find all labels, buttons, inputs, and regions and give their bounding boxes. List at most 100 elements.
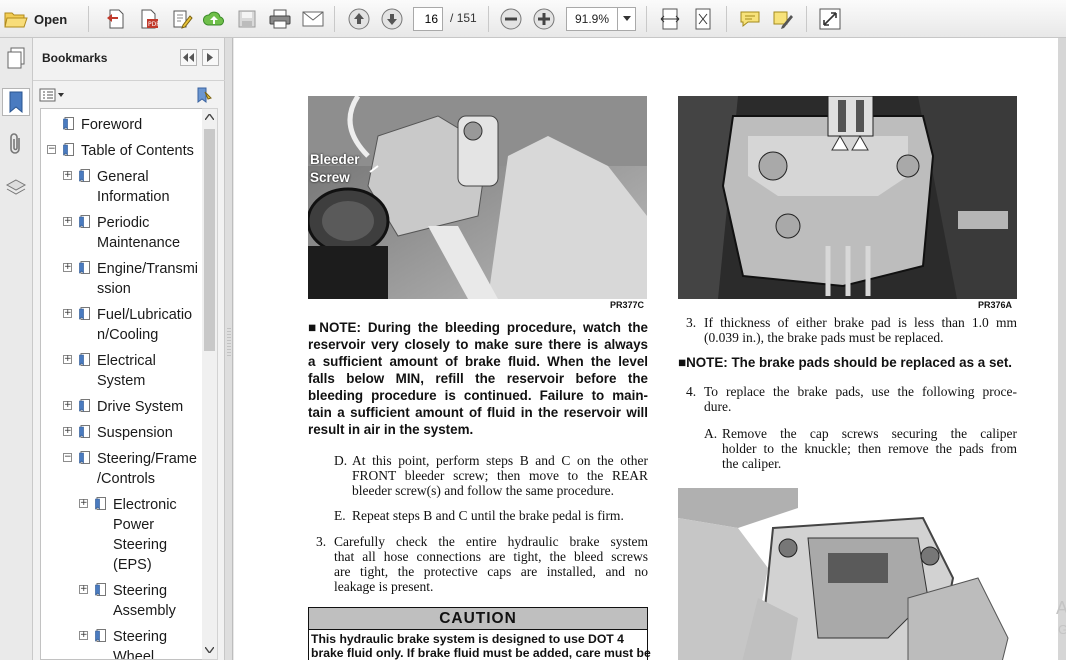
expand-arrows-icon [819,8,841,30]
note-line: ■NOTE: During the bleeding procedure, wa… [308,320,648,335]
expand-toggle-icon[interactable]: + [63,427,72,436]
scrollbar-thumb[interactable] [204,129,215,351]
pad-step-3-marker: 3. [686,315,697,330]
print-button[interactable] [267,6,293,32]
toolbar-divider [806,6,807,32]
expand-toggle-icon[interactable]: + [63,171,72,180]
bookmark-label: Engine/Transmi ssion [97,259,198,299]
expand-toggle-icon[interactable]: + [79,499,88,508]
layers-button[interactable] [2,174,30,202]
bookmark-options-button[interactable] [39,86,65,103]
chevron-down-icon [622,16,631,21]
panel-title: Bookmarks [42,51,108,65]
bookmark-label-line: Steering [113,537,168,553]
bookmark-item[interactable]: Foreword [41,115,209,135]
layers-icon [5,179,27,195]
note-line: a sufficient amount of brake fluid. When… [308,354,648,369]
bookmark-item[interactable]: + Suspension [41,423,209,443]
step-line: If thickness of either brake pad is less… [704,315,1017,330]
collapse-panel-button[interactable] [180,49,197,66]
bookmark-scrollbar[interactable] [202,108,218,660]
bookmark-item[interactable]: + Periodic Maintenance [41,213,209,253]
edit-document-button[interactable] [169,6,195,32]
photo-callout-line-1: Bleeder [310,152,360,167]
collapse-toggle-icon[interactable]: − [47,145,56,154]
caution-box: CAUTION This hydraulic brake system is d… [308,607,651,660]
bookmark-item[interactable]: + General Information [41,167,209,207]
page-thumbnails-button[interactable] [2,44,30,72]
expand-toggle-icon[interactable]: + [63,263,72,272]
bookmark-item[interactable]: + Engine/Transmi ssion [41,259,209,299]
expand-toggle-icon[interactable]: + [63,309,72,318]
zoom-out-button[interactable] [498,6,524,32]
bookmark-item[interactable]: + Electrical System [41,351,209,391]
bookmark-item[interactable]: − Table of Contents [41,141,209,161]
bookmark-item[interactable]: + Electronic Power Steering (EPS) [41,495,209,575]
comment-button[interactable] [737,6,763,32]
bookmark-page-icon [79,215,90,228]
plus-circle-icon [533,8,555,30]
expand-toggle-icon[interactable]: + [79,631,88,640]
bookmarks-panel: Bookmarks Foreword − Table of Contents + Gen… [33,38,225,660]
zoom-select[interactable]: 91.9% [566,7,636,31]
next-page-button[interactable] [379,6,405,32]
pdf-convert-icon: PDF [141,9,160,29]
step-d-text: At this point, perform steps B and C on … [352,453,648,498]
note-line: tain a sufficient amount of fluid in the… [308,405,648,420]
toolbar-divider [88,6,89,32]
bookmark-page-icon [79,353,90,366]
step-line: (0.039 in.), the brake pads must be repl… [704,330,944,345]
pad-step-4-text: To replace the brake pads, use the follo… [704,384,1017,414]
page-number-input[interactable] [413,7,443,31]
bookmark-tree: Foreword − Table of Contents + General Inform… [40,108,210,660]
hands-removing-pads-image [678,488,1017,660]
scroll-down-arrow-icon[interactable] [205,647,214,653]
expand-toggle-icon[interactable]: + [79,585,88,594]
create-pdf-button[interactable] [103,6,129,32]
fit-page-button[interactable] [690,6,716,32]
bleeder-screw-photo: Bleeder Screw [308,96,647,299]
document-viewport[interactable]: Bleeder Screw PR377C ■NOTE: During the b… [234,38,1066,660]
export-pdf-button[interactable]: PDF [136,6,162,32]
bookmarks-button[interactable] [2,88,30,116]
attachments-button[interactable] [2,130,30,158]
bookmark-label: Periodic Maintenance [97,213,180,253]
pad-step-a-text: Remove the cap screws securing the calip… [722,426,1017,471]
panel-splitter[interactable] [225,38,233,660]
create-document-icon [107,9,124,29]
bookmark-item[interactable]: + Drive System [41,397,209,417]
note-line: result in air in the system. [308,422,474,437]
upload-button[interactable] [201,6,227,32]
collapse-toggle-icon[interactable]: − [63,453,72,462]
expand-toggle-icon[interactable]: + [63,355,72,364]
bookmark-page-icon [63,143,74,156]
step-line: At this point, perform steps B and C on … [352,453,648,468]
bookmark-item[interactable]: + Steering Wheel [41,627,209,659]
step-line: To replace the brake pads, use the follo… [704,384,1017,399]
bookmark-item[interactable]: − Steering/Frame/Controls [41,449,209,489]
zoom-dropdown-toggle[interactable] [617,8,635,30]
bookmark-label-line: ssion [97,281,131,297]
full-screen-button[interactable] [817,6,843,32]
fit-width-button[interactable] [657,6,683,32]
save-button[interactable] [235,6,259,32]
expand-toggle-icon[interactable]: + [63,217,72,226]
expand-toggle-icon[interactable]: + [63,401,72,410]
step-line: leakage is present. [334,579,434,594]
find-bookmark-button[interactable] [193,85,213,105]
folder-open-icon [4,12,28,28]
bookmark-item[interactable]: + Steering Assembly [41,581,209,621]
email-button[interactable] [300,6,326,32]
pad-removal-photo [678,488,1017,660]
highlight-button[interactable] [770,6,796,32]
scroll-up-arrow-icon[interactable] [205,114,214,120]
previous-page-button[interactable] [346,6,372,32]
bookmark-label-line: Electrical [97,353,156,369]
open-button[interactable]: Open [4,6,74,32]
expand-panel-button[interactable] [202,49,219,66]
toolbar: Open PDF / 151 91.9% [0,0,1066,38]
bookmark-item[interactable]: + Fuel/Lubricatio n/Cooling [41,305,209,345]
zoom-in-button[interactable] [531,6,557,32]
highlighter-pen-icon [773,11,793,29]
bookmark-label-line: Information [97,189,170,205]
